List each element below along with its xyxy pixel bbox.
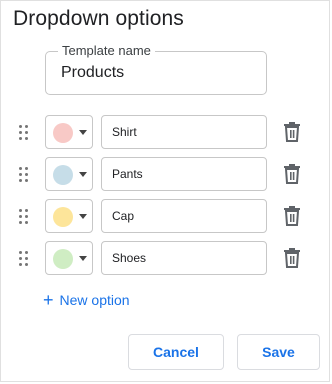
option-input-2[interactable] (101, 157, 267, 191)
dialog-title: Dropdown options (13, 7, 184, 30)
drag-handle-icon[interactable] (18, 125, 30, 141)
template-name-value[interactable]: Products (61, 64, 124, 82)
trash-icon[interactable] (282, 163, 302, 185)
dropdown-options-dialog: Dropdown options Template name Products (0, 0, 330, 382)
trash-icon[interactable] (282, 247, 302, 269)
color-picker-button[interactable] (45, 157, 93, 191)
save-button[interactable]: Save (237, 334, 320, 370)
color-swatch (53, 123, 73, 143)
color-picker-button[interactable] (45, 241, 93, 275)
new-option-button[interactable]: + New option (43, 289, 130, 311)
drag-handle-icon[interactable] (18, 167, 30, 183)
option-row-4 (1, 241, 332, 277)
color-picker-button[interactable] (45, 115, 93, 149)
chevron-down-icon (79, 130, 87, 135)
option-row-2 (1, 157, 332, 193)
trash-icon[interactable] (282, 205, 302, 227)
color-swatch (53, 207, 73, 227)
cancel-button[interactable]: Cancel (128, 334, 224, 370)
chevron-down-icon (79, 172, 87, 177)
template-name-field[interactable]: Template name Products (45, 43, 267, 95)
option-input-4[interactable] (101, 241, 267, 275)
new-option-label: New option (59, 292, 130, 308)
chevron-down-icon (79, 256, 87, 261)
template-name-label: Template name (58, 43, 155, 58)
option-input-1[interactable] (101, 115, 267, 149)
trash-icon[interactable] (282, 121, 302, 143)
color-picker-button[interactable] (45, 199, 93, 233)
chevron-down-icon (79, 214, 87, 219)
option-row-1 (1, 115, 332, 151)
color-swatch (53, 165, 73, 185)
option-input-3[interactable] (101, 199, 267, 233)
drag-handle-icon[interactable] (18, 251, 30, 267)
drag-handle-icon[interactable] (18, 209, 30, 225)
plus-icon: + (43, 290, 54, 310)
color-swatch (53, 249, 73, 269)
option-row-3 (1, 199, 332, 235)
